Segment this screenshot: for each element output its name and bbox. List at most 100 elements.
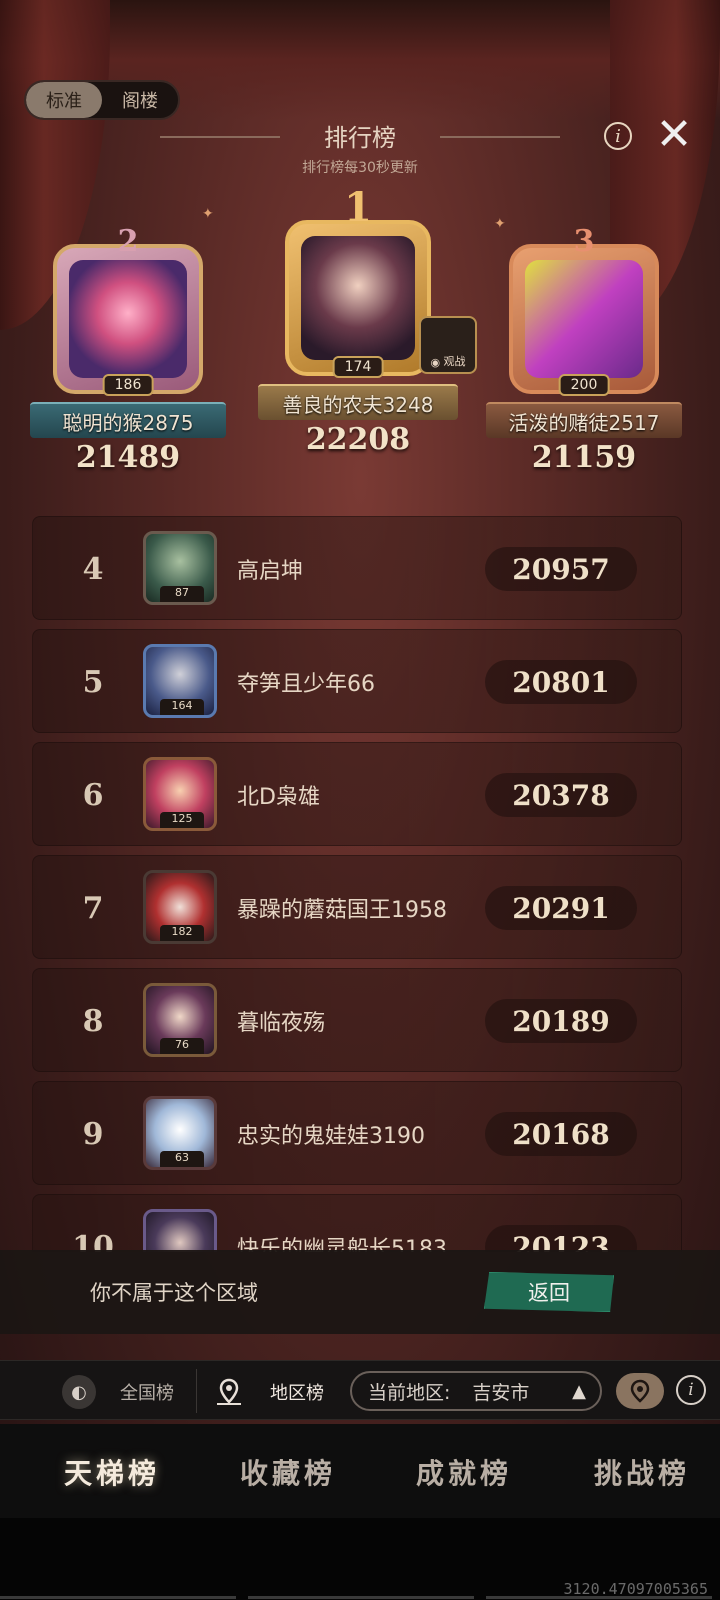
row-rank: 8 [82,1003,104,1039]
ranking-row[interactable]: 9 63 忠实的鬼娃娃3190 20168 [32,1081,682,1185]
level-badge: 164 [160,699,204,715]
leaderboard-screen: 标准 阁楼 排行榜 排行榜每30秒更新 i ✕ ✦ ✦ 2 186 聪明的猴28… [0,0,720,1600]
mode-toggle: 标准 阁楼 [24,80,180,120]
tab-indicator [248,1596,474,1599]
ranking-row[interactable]: 7 182 暴躁的蘑菇国王1958 20291 [32,855,682,959]
row-score: 20801 [485,660,637,704]
row-score: 20123 [485,1225,637,1252]
row-rank: 7 [82,890,104,926]
ranking-row[interactable]: 6 125 北D枭雄 20378 [32,742,682,846]
row-score: 20291 [485,886,637,930]
row-name: 暴躁的蘑菇国王1958 [237,898,447,923]
avatar: 125 [143,757,217,831]
mode-standard-button[interactable]: 标准 [26,82,102,118]
spectate-button[interactable]: ◉ 观战 [419,316,477,374]
national-rank-tab[interactable]: 全国榜 [120,1379,174,1405]
rank-number: 2 [117,224,139,259]
regional-rank-tab[interactable]: 地区榜 [270,1379,324,1405]
region-bar: ◐ 全国榜 地区榜 当前地区: 吉安市 ▲ i [0,1360,720,1420]
spectate-label: 观战 [443,355,466,368]
avatar [143,1209,217,1252]
region-select[interactable]: 当前地区: 吉安市 ▲ [350,1371,602,1411]
row-rank: 4 [82,551,104,587]
podium-rank-2[interactable]: 2 186 聪明的猴2875 21489 [28,224,228,475]
tab-challenge[interactable]: 挑战榜 [594,1452,690,1492]
tab-achievement[interactable]: 成就榜 [416,1452,512,1492]
row-rank: 10 [72,1229,114,1253]
location-icon[interactable] [616,1373,664,1409]
caret-up-icon: ▲ [572,1381,586,1402]
avatar-frame: 3 200 [509,224,659,396]
rank-number: 3 [573,224,595,259]
podium-rank-3[interactable]: 3 200 活泼的赌徒2517 21159 [484,224,684,475]
ranking-row[interactable]: 10 快乐的幽灵船长5183 20123 [32,1194,682,1252]
map-pin-icon[interactable] [212,1375,246,1409]
row-name: 快乐的幽灵船长5183 [237,1237,447,1252]
row-name: 忠实的鬼娃娃3190 [237,1124,425,1149]
avatar: 87 [143,531,217,605]
player-score: 21489 [75,440,181,475]
row-name: 夺笋且少年66 [237,672,375,697]
title-divider-left [160,136,280,138]
level-badge: 125 [160,812,204,828]
region-city: 吉安市 [472,1381,530,1404]
row-rank: 6 [82,777,104,813]
avatar [301,236,415,360]
level-badge: 63 [160,1151,204,1167]
level-badge: 200 [558,374,610,396]
podium-rank-1[interactable]: 1 174 ◉ 观战 善良的农夫3248 22208 [250,184,477,457]
back-button[interactable]: 返回 [484,1272,614,1312]
level-badge: 76 [160,1038,204,1054]
coordinate-readout: 3120.47097005365 [563,1580,709,1598]
bottom-strip: 3120.47097005365 [0,1518,720,1600]
tab-indicator [0,1596,236,1599]
row-name: 北D枭雄 [237,785,320,810]
level-badge: 87 [160,586,204,602]
eye-icon: ◉ [430,356,444,369]
title-divider-right [440,136,560,138]
divider [196,1369,197,1413]
avatar: 63 [143,1096,217,1170]
sparkle-icon: ✦ [202,206,214,222]
player-score: 22208 [305,422,411,457]
player-name: 聪明的猴2875 [30,402,226,438]
level-badge: 186 [102,374,154,396]
avatar [525,260,643,378]
bottom-tabs: 天梯榜 收藏榜 成就榜 挑战榜 [0,1424,720,1518]
region-prefix: 当前地区: [368,1381,451,1404]
sparkle-icon: ✦ [494,216,506,232]
avatar: 76 [143,983,217,1057]
ranking-row[interactable]: 5 164 夺笋且少年66 20801 [32,629,682,733]
row-score: 20168 [485,1112,637,1156]
ranking-row[interactable]: 8 76 暮临夜殇 20189 [32,968,682,1072]
row-rank: 9 [82,1116,104,1152]
globe-icon[interactable]: ◐ [62,1375,96,1409]
level-badge: 182 [160,925,204,941]
avatar: 164 [143,644,217,718]
info-icon[interactable]: i [604,122,632,150]
row-score: 20957 [485,547,637,591]
avatar [69,260,187,378]
avatar-frame: 2 186 [53,224,203,396]
region-notice: 你不属于这个区域 返回 [0,1250,720,1334]
ranking-list[interactable]: 4 87 高启坤 20957 5 164 夺笋且少年66 20801 6 125… [32,516,682,1252]
player-name: 活泼的赌徒2517 [486,402,682,438]
tab-collection[interactable]: 收藏榜 [240,1452,336,1492]
avatar: 182 [143,870,217,944]
row-rank: 5 [82,664,104,700]
notice-message: 你不属于这个区域 [90,1281,258,1305]
ranking-row[interactable]: 4 87 高启坤 20957 [32,516,682,620]
player-name: 善良的农夫3248 [258,384,458,420]
page-subtitle: 排行榜每30秒更新 [302,160,418,176]
rank-number: 1 [344,184,372,231]
header: 排行榜 排行榜每30秒更新 [160,118,560,177]
close-icon[interactable]: ✕ [652,109,696,160]
row-name: 高启坤 [237,559,304,584]
tab-ladder[interactable]: 天梯榜 [64,1452,160,1492]
level-badge: 174 [332,356,384,378]
row-name: 暮临夜殇 [237,1011,326,1036]
player-score: 21159 [531,440,637,475]
mode-attic-button[interactable]: 阁楼 [102,82,178,118]
avatar-frame: 1 174 ◉ 观战 [285,184,477,378]
help-icon[interactable]: i [676,1375,706,1405]
